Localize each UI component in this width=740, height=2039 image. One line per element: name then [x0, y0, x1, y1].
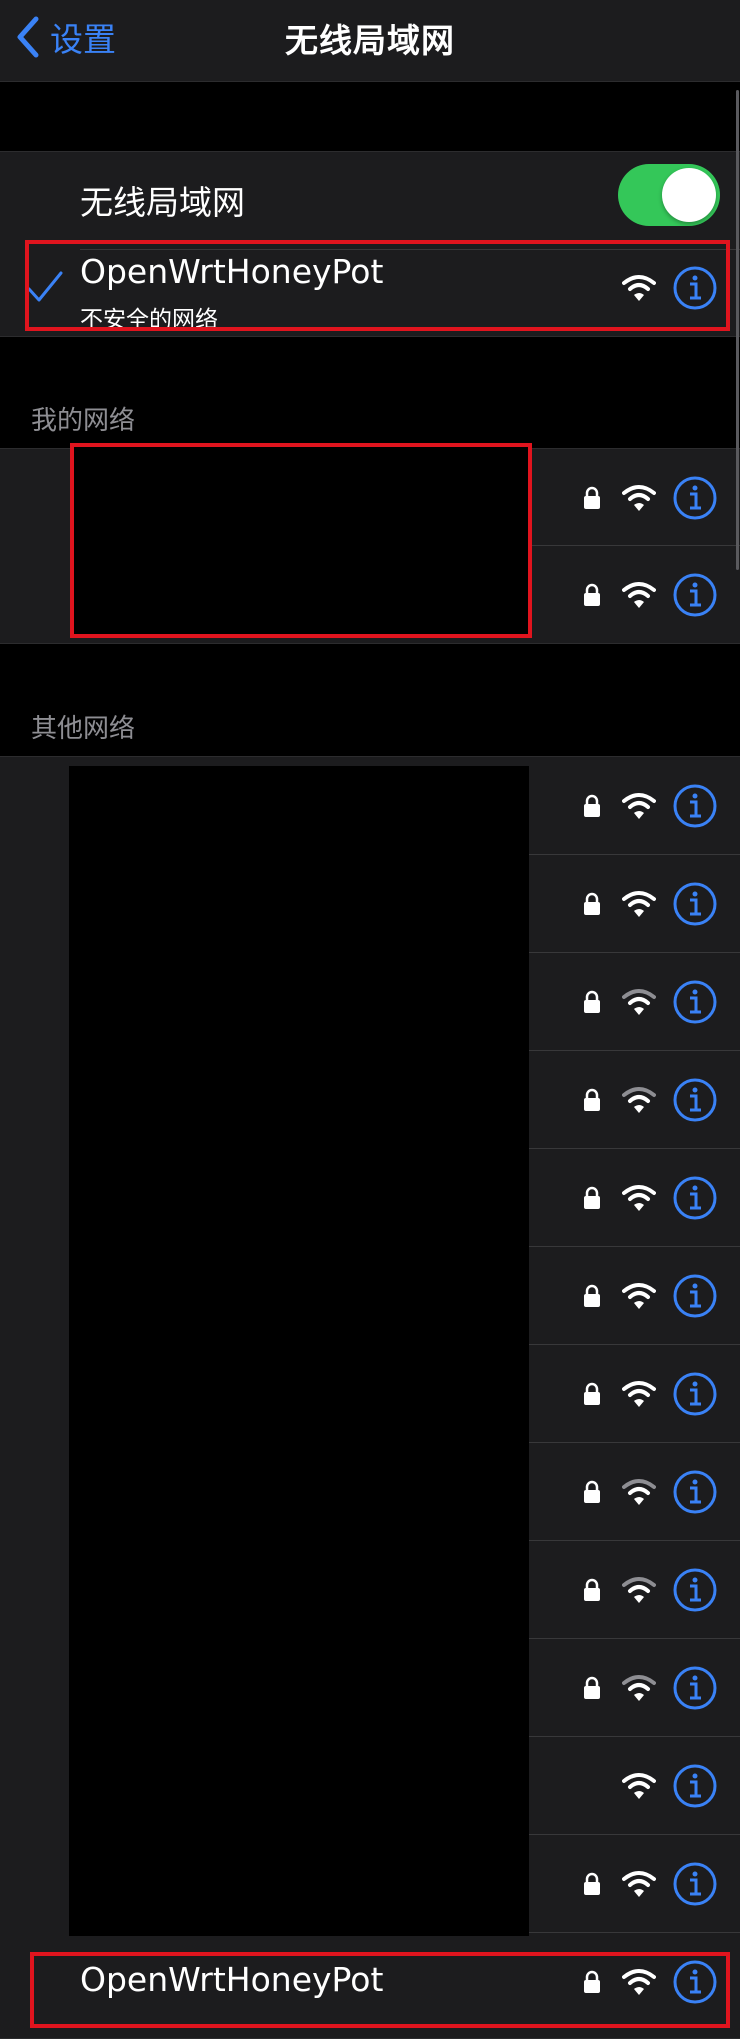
info-icon[interactable]	[673, 980, 717, 1024]
network-name: OpenWrtHoneyPot	[80, 1960, 384, 1999]
connected-network-security: 不安全的网络	[80, 307, 218, 333]
wifi-icon	[622, 1773, 656, 1799]
info-icon[interactable]	[673, 1470, 717, 1514]
wifi-icon	[622, 891, 656, 917]
wifi-icon	[622, 793, 656, 819]
info-icon[interactable]	[673, 784, 717, 828]
lock-icon	[584, 1186, 600, 1209]
info-icon[interactable]	[673, 1568, 717, 1612]
info-icon[interactable]	[673, 476, 717, 520]
wifi-icon	[622, 1479, 656, 1505]
info-icon[interactable]	[673, 1764, 717, 1808]
wifi-icon	[622, 1675, 656, 1701]
wifi-icon	[622, 1871, 656, 1897]
redacted-other-networks	[69, 766, 529, 1936]
wifi-toggle-row: 无线局域网	[0, 152, 740, 250]
wifi-icon	[622, 1969, 656, 1995]
lock-icon	[584, 1480, 600, 1503]
scrollbar[interactable]	[736, 90, 739, 570]
lock-icon	[584, 583, 600, 606]
my-networks-header: 我的网络	[31, 406, 136, 436]
lock-icon	[584, 1872, 600, 1895]
lock-icon	[584, 1970, 600, 1993]
info-icon[interactable]	[673, 1862, 717, 1906]
page-title: 无线局域网	[285, 21, 455, 60]
wifi-toggle-label: 无线局域网	[80, 183, 245, 222]
wifi-icon	[622, 1381, 656, 1407]
lock-icon	[584, 1088, 600, 1111]
lock-icon	[584, 486, 600, 509]
connected-network-row[interactable]: OpenWrtHoneyPot 不安全的网络	[0, 238, 740, 336]
info-icon[interactable]	[673, 1372, 717, 1416]
wifi-icon	[622, 989, 656, 1015]
checkmark-icon	[27, 271, 63, 302]
navigation-bar: 设置 无线局域网	[0, 0, 740, 82]
lock-icon	[584, 794, 600, 817]
wifi-toggle-switch[interactable]	[618, 164, 720, 226]
wifi-status-group: 无线局域网 OpenWrtHoneyPot 不安全的网络	[0, 151, 740, 337]
info-icon[interactable]	[673, 1274, 717, 1318]
lock-icon	[584, 1578, 600, 1601]
toggle-knob	[662, 168, 716, 222]
info-icon[interactable]	[673, 882, 717, 926]
network-row[interactable]: OpenWrtHoneyPot	[0, 1933, 740, 2031]
info-icon[interactable]	[673, 1176, 717, 1220]
lock-icon	[584, 892, 600, 915]
info-icon[interactable]	[673, 1666, 717, 1710]
other-networks-header: 其他网络	[31, 714, 136, 744]
wifi-icon	[622, 1185, 656, 1211]
wifi-icon	[622, 1283, 656, 1309]
redacted-my-networks	[70, 443, 532, 638]
wifi-icon	[622, 484, 656, 511]
wifi-icon	[622, 581, 656, 608]
info-icon[interactable]	[673, 266, 717, 310]
lock-icon	[584, 1382, 600, 1405]
wifi-icon	[622, 1577, 656, 1603]
connected-network-name: OpenWrtHoneyPot	[80, 252, 384, 291]
lock-icon	[584, 1676, 600, 1699]
wifi-icon	[622, 1087, 656, 1113]
info-icon[interactable]	[673, 1960, 717, 2004]
wifi-icon	[622, 275, 656, 301]
lock-icon	[584, 990, 600, 1013]
info-icon[interactable]	[673, 1078, 717, 1122]
info-icon[interactable]	[673, 573, 717, 617]
lock-icon	[584, 1284, 600, 1307]
